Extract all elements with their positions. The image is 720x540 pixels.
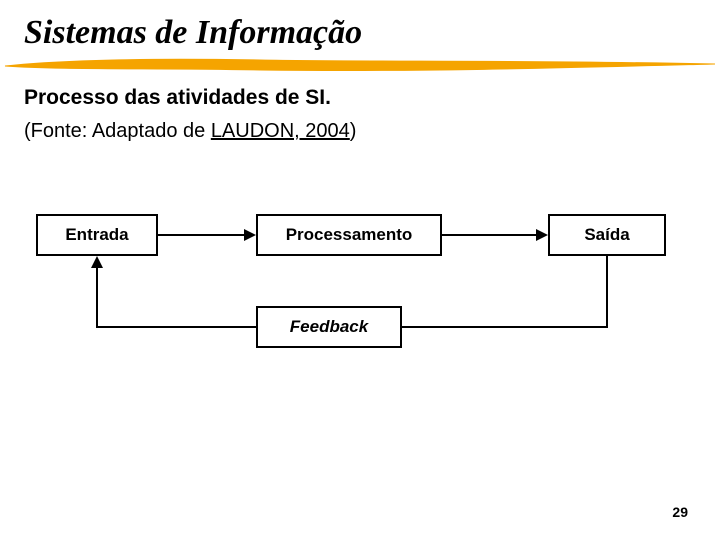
arrow-line-entrada-proc — [158, 234, 244, 236]
source-link: LAUDON, 2004 — [211, 120, 350, 142]
source-prefix: (Fonte: Adaptado de — [24, 120, 211, 142]
arrow-head-proc-saida — [536, 229, 548, 241]
feedback-line-fb-left — [96, 326, 256, 328]
title-underline-stroke — [0, 54, 720, 76]
feedback-line-saida-down — [606, 256, 608, 326]
arrow-head-entrada-proc — [244, 229, 256, 241]
source-citation: (Fonte: Adaptado de LAUDON, 2004) — [24, 120, 356, 143]
feedback-line-saida-left — [402, 326, 608, 328]
diagram-box-feedback: Feedback — [256, 306, 402, 348]
diagram-box-entrada: Entrada — [36, 214, 158, 256]
feedback-line-fb-up — [96, 268, 98, 328]
slide-title: Sistemas de Informação — [24, 14, 362, 52]
diagram-box-processamento: Processamento — [256, 214, 442, 256]
page-number: 29 — [672, 504, 688, 520]
slide-subtitle: Processo das atividades de SI. — [24, 86, 331, 110]
arrow-head-feedback-entrada — [91, 256, 103, 268]
arrow-line-proc-saida — [442, 234, 536, 236]
diagram-box-saida: Saída — [548, 214, 666, 256]
source-suffix: ) — [350, 120, 357, 142]
